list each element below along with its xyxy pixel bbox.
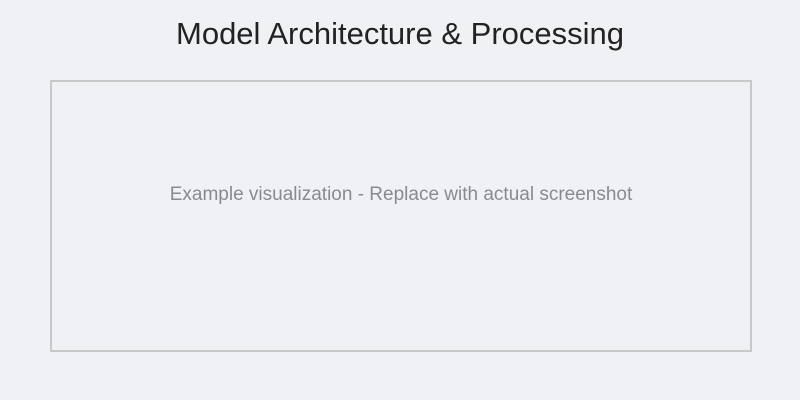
visualization-placeholder: Example visualization - Replace with act… xyxy=(50,80,752,352)
page-title: Model Architecture & Processing xyxy=(176,16,624,51)
page: Model Architecture & Processing Example … xyxy=(0,0,800,400)
placeholder-text: Example visualization - Replace with act… xyxy=(169,184,633,205)
